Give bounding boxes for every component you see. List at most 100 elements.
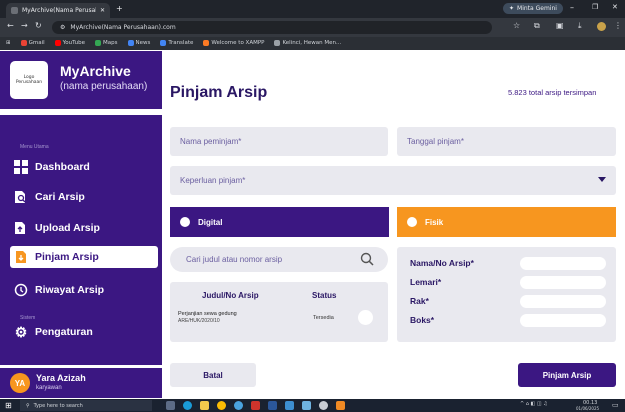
dashboard-icon	[14, 160, 28, 174]
taskbar-search[interactable]: ⚲ Type here to search	[20, 400, 152, 411]
browser-tab[interactable]: MyArchive(Nama Perusahaan) ✕	[6, 3, 110, 18]
task-view-icon[interactable]	[166, 401, 175, 410]
box-label: Boks*	[410, 315, 435, 325]
type-digital-label: Digital	[198, 217, 223, 227]
bookmark-youtube[interactable]: YouTube	[54, 40, 86, 46]
bookmark-label: Gmail	[28, 40, 45, 46]
cabinet-input[interactable]	[520, 276, 606, 289]
sidepanel-icon[interactable]: ▣	[556, 21, 564, 30]
new-tab-button[interactable]: +	[116, 4, 123, 13]
reload-icon[interactable]: ↻	[35, 21, 42, 30]
rack-input[interactable]	[520, 295, 606, 308]
type-physical-option[interactable]: Fisik	[397, 207, 616, 237]
file-explorer-icon[interactable]	[200, 401, 209, 410]
search-icon[interactable]	[360, 252, 374, 266]
cabinet-label: Lemari*	[410, 277, 442, 287]
box-input[interactable]	[520, 314, 606, 327]
profile-avatar[interactable]	[597, 22, 606, 31]
brand-header: Logo Perusahaan MyArchive (nama perusaha…	[0, 51, 162, 109]
gemini-chip-label: Minta Gemini	[517, 5, 557, 12]
taskbar-search-placeholder: Type here to search	[33, 402, 83, 409]
upload-document-icon	[14, 221, 28, 235]
sidebar-item-cari-arsip[interactable]: Cari Arsip	[14, 186, 154, 208]
maximize-icon[interactable]: ❐	[592, 3, 598, 11]
sidebar-item-pengaturan[interactable]: ⚙ Pengaturan	[14, 321, 154, 343]
sidebar-item-upload-arsip[interactable]: Upload Arsip	[14, 217, 154, 239]
app-icon[interactable]	[285, 401, 294, 410]
archive-search-input[interactable]: Cari judul atau nomor arsip	[170, 247, 388, 272]
address-bar[interactable]: ⚙ MyArchive(Nama Perusahaan).com	[52, 21, 492, 34]
maps-icon	[95, 40, 102, 46]
windows-start-icon[interactable]: ⊞	[5, 401, 12, 410]
app-icon[interactable]	[251, 401, 260, 410]
company-logo: Logo Perusahaan	[10, 61, 48, 99]
app-subtitle: (nama perusahaan)	[60, 81, 148, 92]
table-row[interactable]: Perjanjian sewa gedung ARE/HUK/2020/10 T…	[170, 306, 388, 338]
borrower-name-field[interactable]: Nama peminjam*	[170, 127, 388, 156]
archive-table: Judul/No Arsip Status Perjanjian sewa ge…	[170, 282, 388, 342]
close-window-icon[interactable]: ✕	[612, 3, 618, 11]
borrow-document-icon	[14, 250, 28, 264]
column-header-status: Status	[312, 291, 337, 300]
bookmark-kelinci[interactable]: Kelinci, Hewan Men...	[274, 40, 341, 46]
back-icon[interactable]: ←	[7, 21, 14, 30]
minimize-icon[interactable]: –	[570, 3, 574, 12]
app-title: MyArchive	[60, 63, 131, 79]
cancel-button[interactable]: Batal	[170, 363, 256, 387]
sidebar-item-riwayat-arsip[interactable]: Riwayat Arsip	[14, 279, 154, 301]
gemini-chip[interactable]: ✦ Minta Gemini	[503, 3, 563, 14]
news-icon	[127, 40, 134, 46]
notification-icon[interactable]: ▭	[612, 401, 619, 409]
system-tray-icons[interactable]: ^ ⌂ ◧ ◫ ♫	[520, 401, 548, 407]
bookmark-news[interactable]: News	[127, 40, 150, 46]
forward-icon[interactable]: →	[21, 21, 28, 30]
physical-archive-panel: Nama/No Arsip* Lemari* Rak* Boks*	[397, 247, 616, 342]
tab-close-icon[interactable]: ✕	[100, 7, 105, 14]
submit-borrow-button[interactable]: Pinjam Arsip	[518, 363, 616, 387]
browser-toolbar: ← → ↻ ⚙ MyArchive(Nama Perusahaan).com ☆…	[0, 18, 625, 37]
bookmark-label: YouTube	[62, 40, 86, 46]
borrower-name-placeholder: Nama peminjam*	[180, 137, 242, 146]
word-icon[interactable]	[268, 401, 277, 410]
borrow-date-field[interactable]: Tanggal pinjam*	[397, 127, 616, 156]
app-icon[interactable]	[234, 401, 243, 410]
browser-tab-bar: MyArchive(Nama Perusahaan) ✕ + ✦ Minta G…	[0, 0, 625, 18]
page-icon	[274, 40, 281, 46]
user-profile[interactable]: YA Yara Azizah karyawan	[0, 368, 162, 398]
extensions-icon[interactable]: ⧉	[534, 21, 540, 31]
windows-taskbar: ⊞ ⚲ Type here to search ^ ⌂ ◧ ◫ ♫ 00.13 …	[0, 399, 625, 412]
borrow-date-placeholder: Tanggal pinjam*	[407, 137, 464, 146]
bookmark-xampp[interactable]: Welcome to XAMPP	[203, 40, 264, 46]
download-icon[interactable]: ⤓	[578, 21, 582, 31]
row-select-radio[interactable]	[358, 310, 373, 325]
tab-title: MyArchive(Nama Perusahaan)	[22, 7, 96, 14]
rack-label: Rak*	[410, 296, 429, 306]
purpose-select[interactable]: Keperluan pinjam*	[170, 166, 616, 195]
tab-favicon-icon	[11, 7, 18, 14]
app-icon[interactable]	[302, 401, 311, 410]
bookmarks-bar: ⊞ Gmail YouTube Maps News Translate Welc…	[0, 37, 625, 50]
menu-kebab-icon[interactable]: ⋮	[614, 21, 622, 30]
bookmark-star-icon[interactable]: ☆	[513, 21, 520, 30]
edge-icon[interactable]	[183, 401, 192, 410]
search-document-icon	[14, 190, 28, 204]
history-icon	[14, 283, 28, 297]
sidebar-item-pinjam-arsip[interactable]: Pinjam Arsip	[10, 246, 158, 268]
taskbar-date: 01/06/2025	[576, 406, 600, 411]
apps-grid-icon[interactable]: ⊞	[6, 40, 11, 46]
app-icon[interactable]	[336, 401, 345, 410]
row-title: Perjanjian sewa gedung	[178, 311, 237, 317]
sidebar-item-dashboard[interactable]: Dashboard	[14, 156, 154, 178]
bookmark-gmail[interactable]: Gmail	[20, 40, 45, 46]
bookmark-translate[interactable]: Translate	[160, 40, 193, 46]
search-placeholder: Cari judul atau nomor arsip	[186, 255, 283, 264]
row-status: Tersedia	[313, 315, 334, 321]
bookmark-label: Translate	[168, 40, 194, 46]
archive-number-input[interactable]	[520, 257, 606, 270]
settings-icon[interactable]	[319, 401, 328, 410]
bookmark-label: Welcome to XAMPP	[211, 40, 265, 46]
sidebar: Menu Utama Dashboard Cari Arsip Upload A…	[0, 115, 162, 365]
bookmark-maps[interactable]: Maps	[95, 40, 118, 46]
type-digital-option[interactable]: Digital	[170, 207, 389, 237]
chrome-icon[interactable]	[217, 401, 226, 410]
